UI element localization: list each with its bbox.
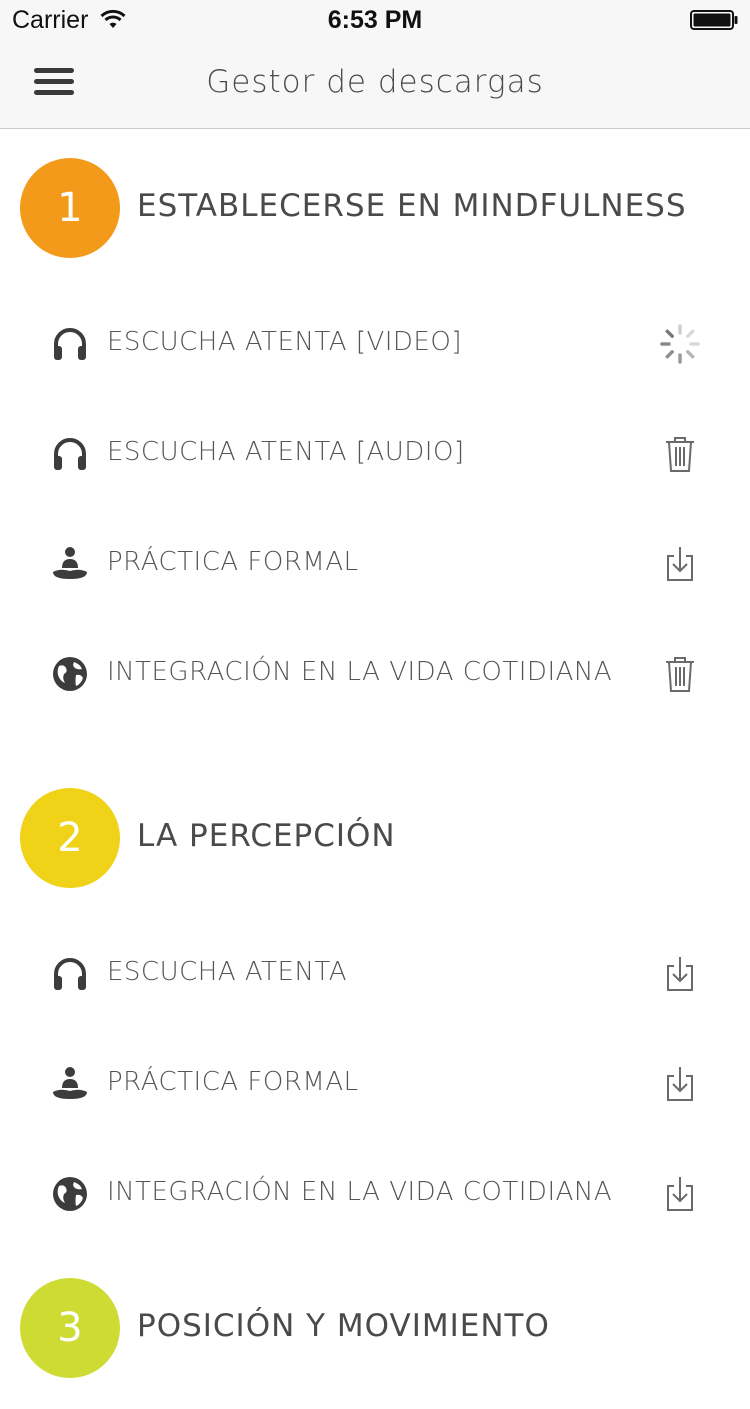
globe-icon bbox=[53, 1177, 87, 1211]
section-title: LA PERCEPCIÓN bbox=[137, 818, 396, 854]
download-icon[interactable] bbox=[658, 1062, 702, 1106]
downloads-list: 1 ESTABLECERSE EN MINDFULNESS ESCUCHA AT… bbox=[0, 129, 750, 1409]
list-item[interactable]: ESCUCHA ATENTA [AUDIO] bbox=[0, 399, 750, 509]
section-number: 2 bbox=[57, 815, 83, 861]
section-number-badge: 2 bbox=[20, 788, 120, 888]
battery-icon bbox=[690, 10, 738, 30]
section-header-1: 1 ESTABLECERSE EN MINDFULNESS bbox=[0, 129, 750, 289]
section-title: POSICIÓN Y MOVIMIENTO bbox=[137, 1308, 550, 1344]
headphones-icon bbox=[54, 328, 86, 360]
download-icon[interactable] bbox=[658, 542, 702, 586]
list-item[interactable]: PRÁCTICA FORMAL bbox=[0, 1029, 750, 1139]
meditation-icon bbox=[53, 547, 87, 579]
globe-icon bbox=[53, 657, 87, 691]
section-number-badge: 1 bbox=[20, 158, 120, 258]
section-number: 3 bbox=[57, 1305, 83, 1351]
section-number: 1 bbox=[57, 185, 83, 231]
item-label: ESCUCHA ATENTA [VIDEO] bbox=[107, 327, 462, 357]
navigation-bar: Gestor de descargas bbox=[0, 40, 750, 129]
trash-icon[interactable] bbox=[658, 652, 702, 696]
item-label: PRÁCTICA FORMAL bbox=[107, 1067, 359, 1097]
list-item[interactable]: PRÁCTICA FORMAL bbox=[0, 509, 750, 619]
status-bar: Carrier 6:53 PM bbox=[0, 0, 750, 40]
download-icon[interactable] bbox=[658, 952, 702, 996]
section-number-badge: 3 bbox=[20, 1278, 120, 1378]
loading-spinner-icon bbox=[660, 324, 700, 364]
list-item[interactable]: INTEGRACIÓN EN LA VIDA COTIDIANA bbox=[0, 619, 750, 729]
meditation-icon bbox=[53, 1067, 87, 1099]
trash-icon[interactable] bbox=[658, 432, 702, 476]
list-item[interactable]: INTEGRACIÓN EN LA VIDA COTIDIANA bbox=[0, 1139, 750, 1249]
list-item[interactable]: ESCUCHA ATENTA bbox=[0, 919, 750, 1029]
item-label: ESCUCHA ATENTA bbox=[107, 957, 348, 987]
item-label: PRÁCTICA FORMAL bbox=[107, 547, 359, 577]
headphones-icon bbox=[54, 958, 86, 990]
page-title: Gestor de descargas bbox=[206, 64, 544, 100]
list-item[interactable]: ESCUCHA ATENTA [VIDEO] bbox=[0, 289, 750, 399]
section-title: ESTABLECERSE EN MINDFULNESS bbox=[137, 188, 687, 224]
clock-label: 6:53 PM bbox=[327, 6, 423, 34]
download-icon[interactable] bbox=[658, 1172, 702, 1216]
item-label: INTEGRACIÓN EN LA VIDA COTIDIANA bbox=[107, 657, 613, 687]
headphones-icon bbox=[54, 438, 86, 470]
section-header-3: 3 POSICIÓN Y MOVIMIENTO bbox=[0, 1249, 750, 1409]
item-label: ESCUCHA ATENTA [AUDIO] bbox=[107, 437, 465, 467]
section-header-2: 2 LA PERCEPCIÓN bbox=[0, 759, 750, 919]
item-label: INTEGRACIÓN EN LA VIDA COTIDIANA bbox=[107, 1177, 613, 1207]
